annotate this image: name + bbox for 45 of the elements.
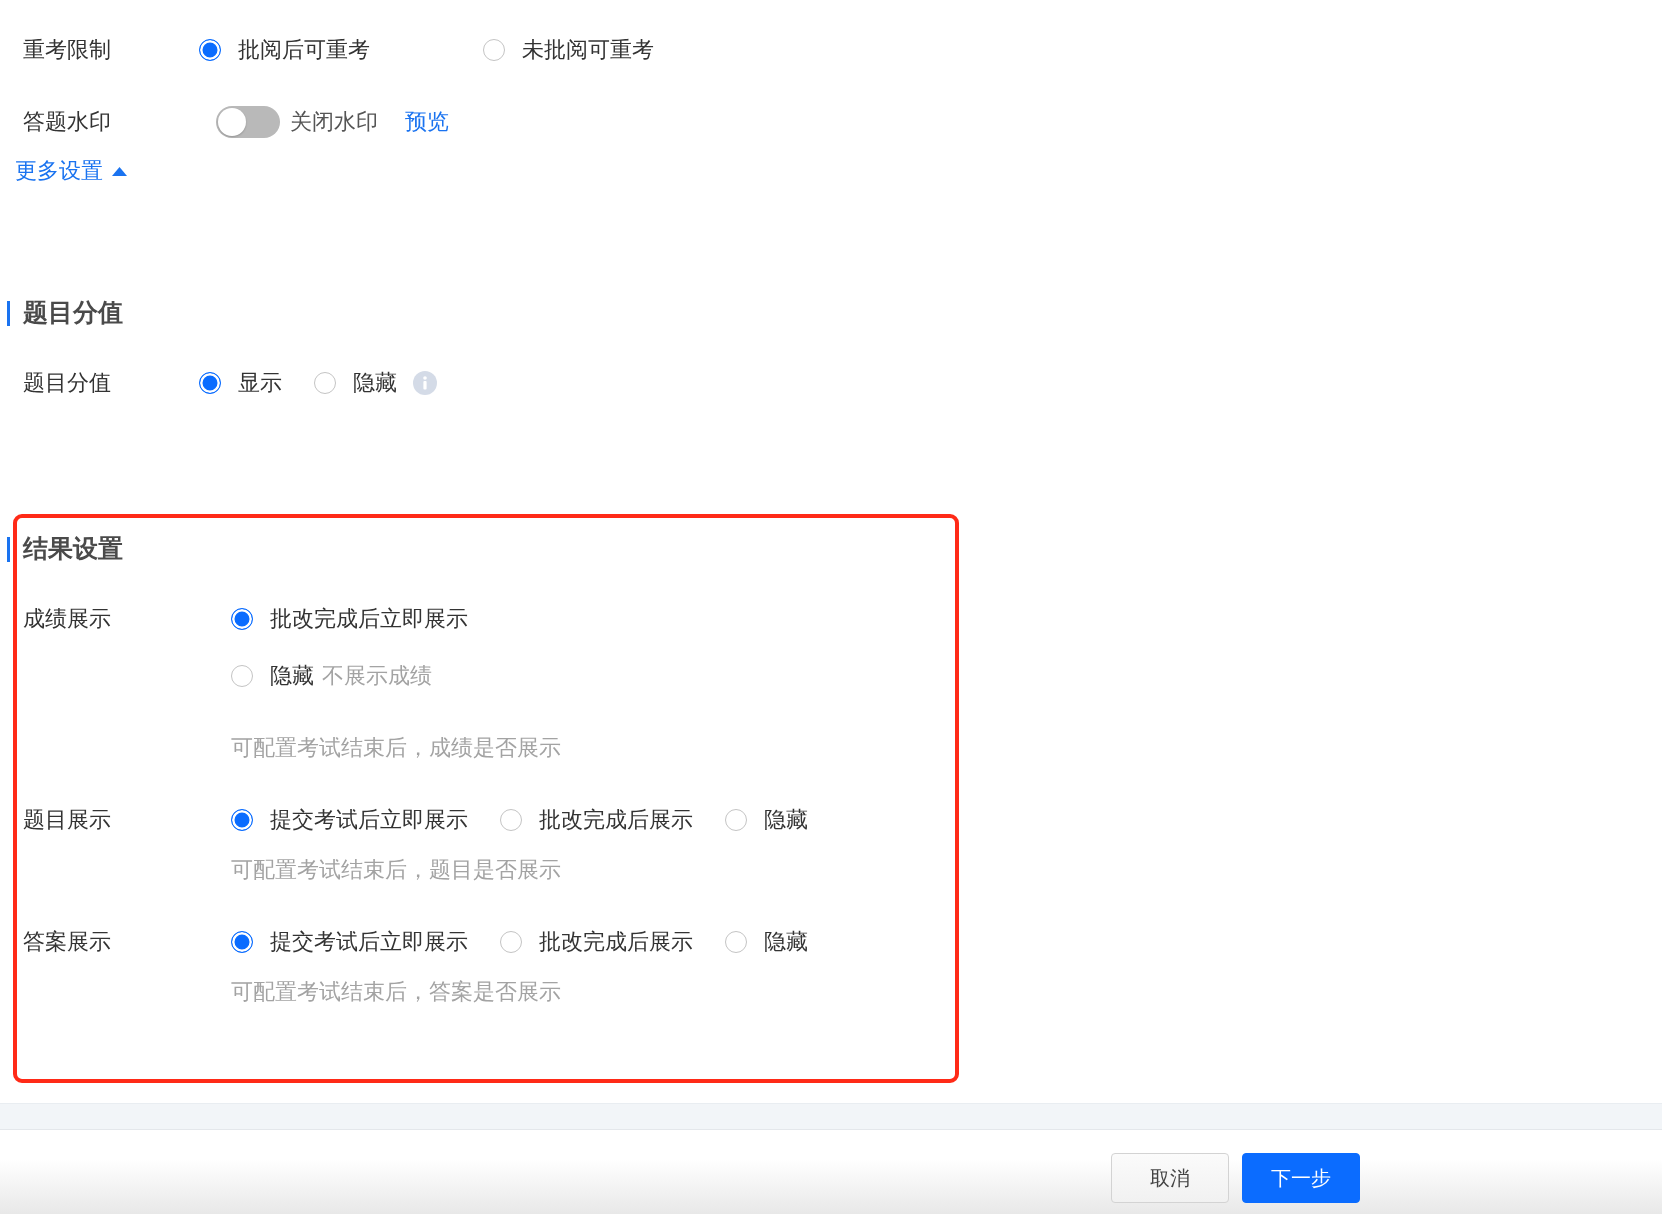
option-label[interactable]: 提交考试后立即展示 — [270, 804, 468, 836]
option-label[interactable]: 批改完成后展示 — [539, 926, 693, 958]
field-label: 答题水印 — [23, 108, 111, 136]
option-label[interactable]: 隐藏 — [353, 367, 397, 399]
option-label[interactable]: 隐藏 — [764, 926, 808, 958]
option-label[interactable]: 显示 — [238, 367, 282, 399]
option-note: 不展示成绩 — [322, 662, 432, 690]
radio-button[interactable] — [231, 931, 253, 953]
hint-text: 可配置考试结束后，成绩是否展示 — [231, 734, 561, 762]
option-label[interactable]: 未批阅可重考 — [522, 34, 654, 66]
radio-button[interactable] — [231, 608, 253, 630]
preview-link[interactable]: 预览 — [405, 106, 449, 138]
option-label[interactable]: 批阅后可重考 — [238, 34, 370, 66]
option-label[interactable]: 批改完成后立即展示 — [270, 603, 468, 635]
radio-button[interactable] — [500, 809, 522, 831]
radio-button[interactable] — [725, 809, 747, 831]
field-label: 题目展示 — [23, 806, 111, 834]
hint-text: 可配置考试结束后，题目是否展示 — [231, 856, 561, 884]
radio-button[interactable] — [483, 39, 505, 61]
toggle-switch[interactable] — [216, 106, 280, 138]
radio-button[interactable] — [231, 809, 253, 831]
toggle-label: 关闭水印 — [290, 108, 378, 136]
hint-text: 可配置考试结束后，答案是否展示 — [231, 978, 561, 1006]
option-label[interactable]: 批改完成后展示 — [539, 804, 693, 836]
title-accent-bar — [7, 300, 10, 326]
radio-button[interactable] — [500, 931, 522, 953]
title-accent-bar — [7, 536, 10, 562]
section-title: 结果设置 — [23, 533, 123, 565]
radio-button[interactable] — [199, 39, 221, 61]
field-label: 题目分值 — [23, 369, 111, 397]
cancel-button[interactable]: 取消 — [1111, 1153, 1229, 1203]
option-label[interactable]: 隐藏 — [270, 660, 314, 692]
field-label: 重考限制 — [23, 36, 111, 64]
field-label: 答案展示 — [23, 928, 111, 956]
more-settings-link[interactable]: 更多设置 — [15, 155, 127, 187]
radio-button[interactable] — [725, 931, 747, 953]
field-label: 成绩展示 — [23, 605, 111, 633]
info-icon[interactable] — [413, 371, 437, 395]
radio-button[interactable] — [314, 372, 336, 394]
radio-button[interactable] — [231, 665, 253, 687]
section-title: 题目分值 — [23, 297, 123, 329]
next-button[interactable]: 下一步 — [1242, 1153, 1360, 1203]
radio-button[interactable] — [199, 372, 221, 394]
option-label[interactable]: 隐藏 — [764, 804, 808, 836]
option-label[interactable]: 提交考试后立即展示 — [270, 926, 468, 958]
